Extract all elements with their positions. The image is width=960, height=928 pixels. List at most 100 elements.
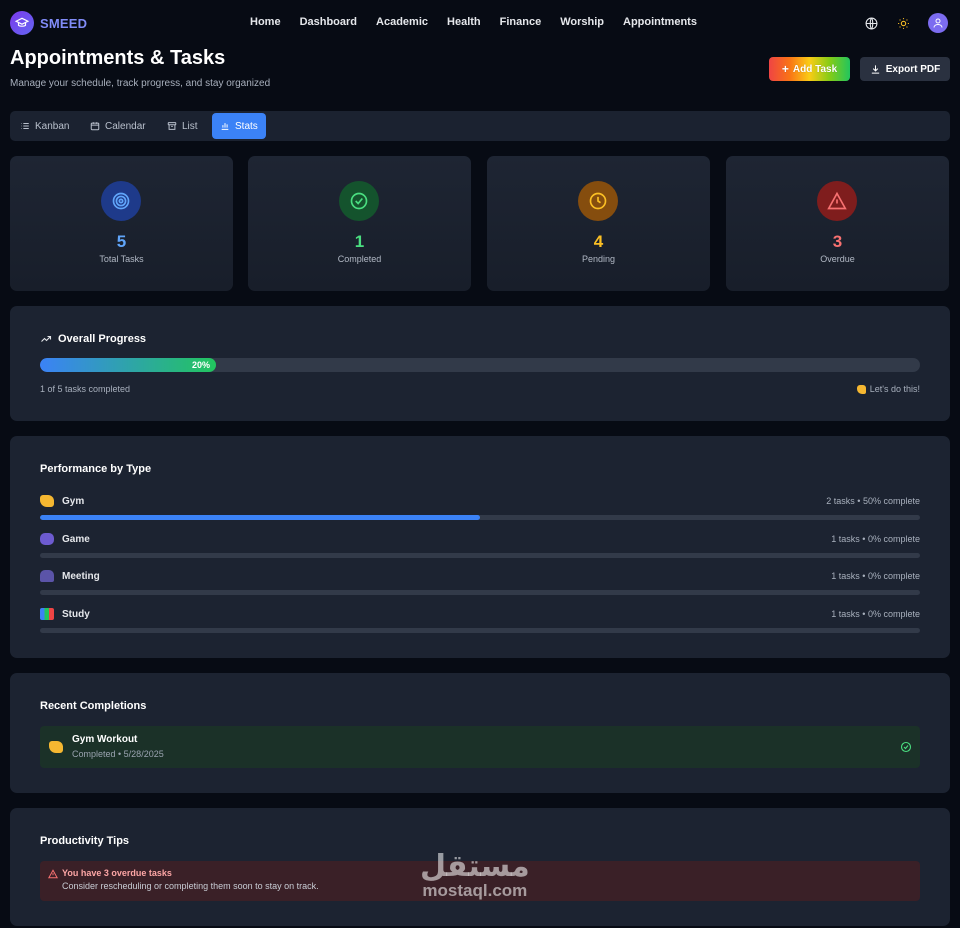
tab-kanban[interactable]: Kanban bbox=[12, 113, 77, 139]
stat-label: Overdue bbox=[820, 254, 855, 264]
stat-label: Total Tasks bbox=[99, 254, 144, 264]
type-name: Game bbox=[62, 533, 90, 545]
gamepad-icon bbox=[40, 533, 54, 545]
tab-stats-label: Stats bbox=[235, 120, 258, 132]
calendar-icon bbox=[90, 122, 100, 131]
type-stat: 2 tasks • 50% complete bbox=[826, 496, 920, 506]
overall-progress-panel: Overall Progress 20% 1 of 5 tasks comple… bbox=[10, 306, 950, 421]
recent-completions-title: Recent Completions bbox=[40, 700, 147, 712]
progress-encourage-text: Let's do this! bbox=[869, 384, 920, 394]
globe-icon[interactable] bbox=[864, 16, 878, 30]
nav-health[interactable]: Health bbox=[447, 16, 481, 28]
type-stat: 1 tasks • 0% complete bbox=[831, 571, 920, 581]
nav-dashboard[interactable]: Dashboard bbox=[300, 16, 357, 28]
overall-progress-fill: 20% bbox=[40, 358, 216, 372]
top-navbar: SMEED Home Dashboard Academic Health Fin… bbox=[0, 0, 960, 46]
page-title: Appointments & Tasks bbox=[10, 47, 226, 69]
alert-body: Consider rescheduling or completing them… bbox=[62, 881, 319, 891]
bar-chart-icon bbox=[221, 123, 229, 130]
brand[interactable]: SMEED bbox=[10, 11, 87, 35]
sun-icon[interactable] bbox=[896, 16, 910, 30]
add-task-label: Add Task bbox=[792, 63, 838, 75]
muscle-icon bbox=[856, 384, 866, 394]
type-progress-bar bbox=[40, 553, 920, 558]
completion-item[interactable]: Gym Workout Completed • 5/28/2025 bbox=[40, 726, 920, 768]
stat-card-pending: 4 Pending bbox=[487, 156, 710, 291]
stat-card-total: 5 Total Tasks bbox=[10, 156, 233, 291]
stat-label: Pending bbox=[581, 254, 616, 264]
type-stat: 1 tasks • 0% complete bbox=[831, 609, 920, 619]
performance-row-study: Study 1 tasks • 0% complete bbox=[40, 608, 920, 636]
tab-kanban-label: Kanban bbox=[35, 120, 70, 132]
stat-card-overdue: 3 Overdue bbox=[726, 156, 949, 291]
overall-progress-heading: Overall Progress bbox=[40, 333, 146, 345]
completion-meta: Completed • 5/28/2025 bbox=[72, 749, 164, 759]
alert-triangle-icon bbox=[48, 869, 58, 879]
export-pdf-label: Export PDF bbox=[885, 63, 941, 75]
productivity-tips-title: Productivity Tips bbox=[40, 835, 130, 847]
download-icon bbox=[871, 64, 879, 74]
tab-list[interactable]: List bbox=[159, 113, 206, 139]
nav-worship[interactable]: Worship bbox=[560, 16, 604, 28]
stat-value: 4 bbox=[593, 232, 604, 251]
add-task-button[interactable]: + Add Task bbox=[769, 57, 850, 81]
target-icon bbox=[101, 181, 141, 221]
overall-progress-title: Overall Progress bbox=[58, 333, 147, 345]
nav-appointments[interactable]: Appointments bbox=[623, 16, 697, 28]
muscle-icon bbox=[49, 741, 63, 753]
recent-completions-panel: Recent Completions Gym Workout Completed… bbox=[10, 673, 950, 793]
tab-calendar-label: Calendar bbox=[105, 120, 146, 132]
type-name: Gym bbox=[62, 495, 85, 507]
list-icon bbox=[21, 123, 29, 129]
type-progress-fill bbox=[40, 515, 480, 520]
type-progress-bar bbox=[40, 628, 920, 633]
alert-title: You have 3 overdue tasks bbox=[62, 868, 172, 878]
archive-icon bbox=[167, 122, 177, 130]
muscle-icon bbox=[40, 495, 54, 507]
performance-row-gym: Gym 2 tasks • 50% complete bbox=[40, 495, 920, 523]
export-pdf-button[interactable]: Export PDF bbox=[860, 57, 950, 81]
performance-panel: Performance by Type Gym 2 tasks • 50% co… bbox=[10, 436, 950, 658]
type-stat: 1 tasks • 0% complete bbox=[831, 534, 920, 544]
check-circle-icon bbox=[339, 181, 379, 221]
nav-finance[interactable]: Finance bbox=[500, 16, 542, 28]
graduation-cap-icon bbox=[10, 11, 34, 35]
trending-up-icon bbox=[41, 335, 52, 342]
performance-row-game: Game 1 tasks • 0% complete bbox=[40, 533, 920, 561]
clock-icon bbox=[578, 181, 618, 221]
stat-value: 1 bbox=[354, 232, 365, 251]
performance-title: Performance by Type bbox=[40, 463, 152, 475]
performance-row-meeting: Meeting 1 tasks • 0% complete bbox=[40, 570, 920, 598]
brand-name: SMEED bbox=[40, 15, 88, 31]
overall-progress-percent: 20% bbox=[191, 360, 210, 370]
type-progress-bar bbox=[40, 590, 920, 595]
watermark-latin: mostaql.com bbox=[422, 881, 528, 900]
stat-label: Completed bbox=[337, 254, 382, 264]
watermark: مستقل mostaql.com bbox=[420, 852, 530, 900]
stat-value: 5 bbox=[116, 232, 127, 251]
type-name: Meeting bbox=[62, 570, 100, 582]
stat-card-completed: 1 Completed bbox=[248, 156, 471, 291]
progress-encourage: Let's do this! bbox=[856, 384, 920, 394]
user-icon bbox=[933, 18, 943, 28]
view-tabs: Kanban Calendar List Stats bbox=[10, 111, 950, 141]
tab-calendar[interactable]: Calendar bbox=[82, 113, 154, 139]
nav-home[interactable]: Home bbox=[250, 16, 281, 28]
type-progress-bar bbox=[40, 515, 920, 520]
alert-triangle-icon bbox=[817, 181, 857, 221]
page-subtitle: Manage your schedule, track progress, an… bbox=[10, 78, 271, 89]
tab-list-label: List bbox=[182, 120, 198, 132]
stat-value: 3 bbox=[832, 232, 843, 251]
check-circle-icon bbox=[900, 741, 912, 753]
main-nav: Home Dashboard Academic Health Finance W… bbox=[250, 16, 697, 28]
plus-icon: + bbox=[781, 62, 789, 76]
watermark-arabic: مستقل bbox=[420, 849, 530, 884]
nav-academic[interactable]: Academic bbox=[376, 16, 428, 28]
completion-title: Gym Workout bbox=[72, 734, 138, 745]
tab-stats[interactable]: Stats bbox=[212, 113, 266, 139]
avatar[interactable] bbox=[928, 13, 948, 33]
overall-progress-bar: 20% bbox=[40, 358, 920, 372]
progress-caption: 1 of 5 tasks completed bbox=[40, 384, 131, 394]
type-name: Study bbox=[62, 608, 90, 620]
books-icon bbox=[40, 608, 54, 620]
